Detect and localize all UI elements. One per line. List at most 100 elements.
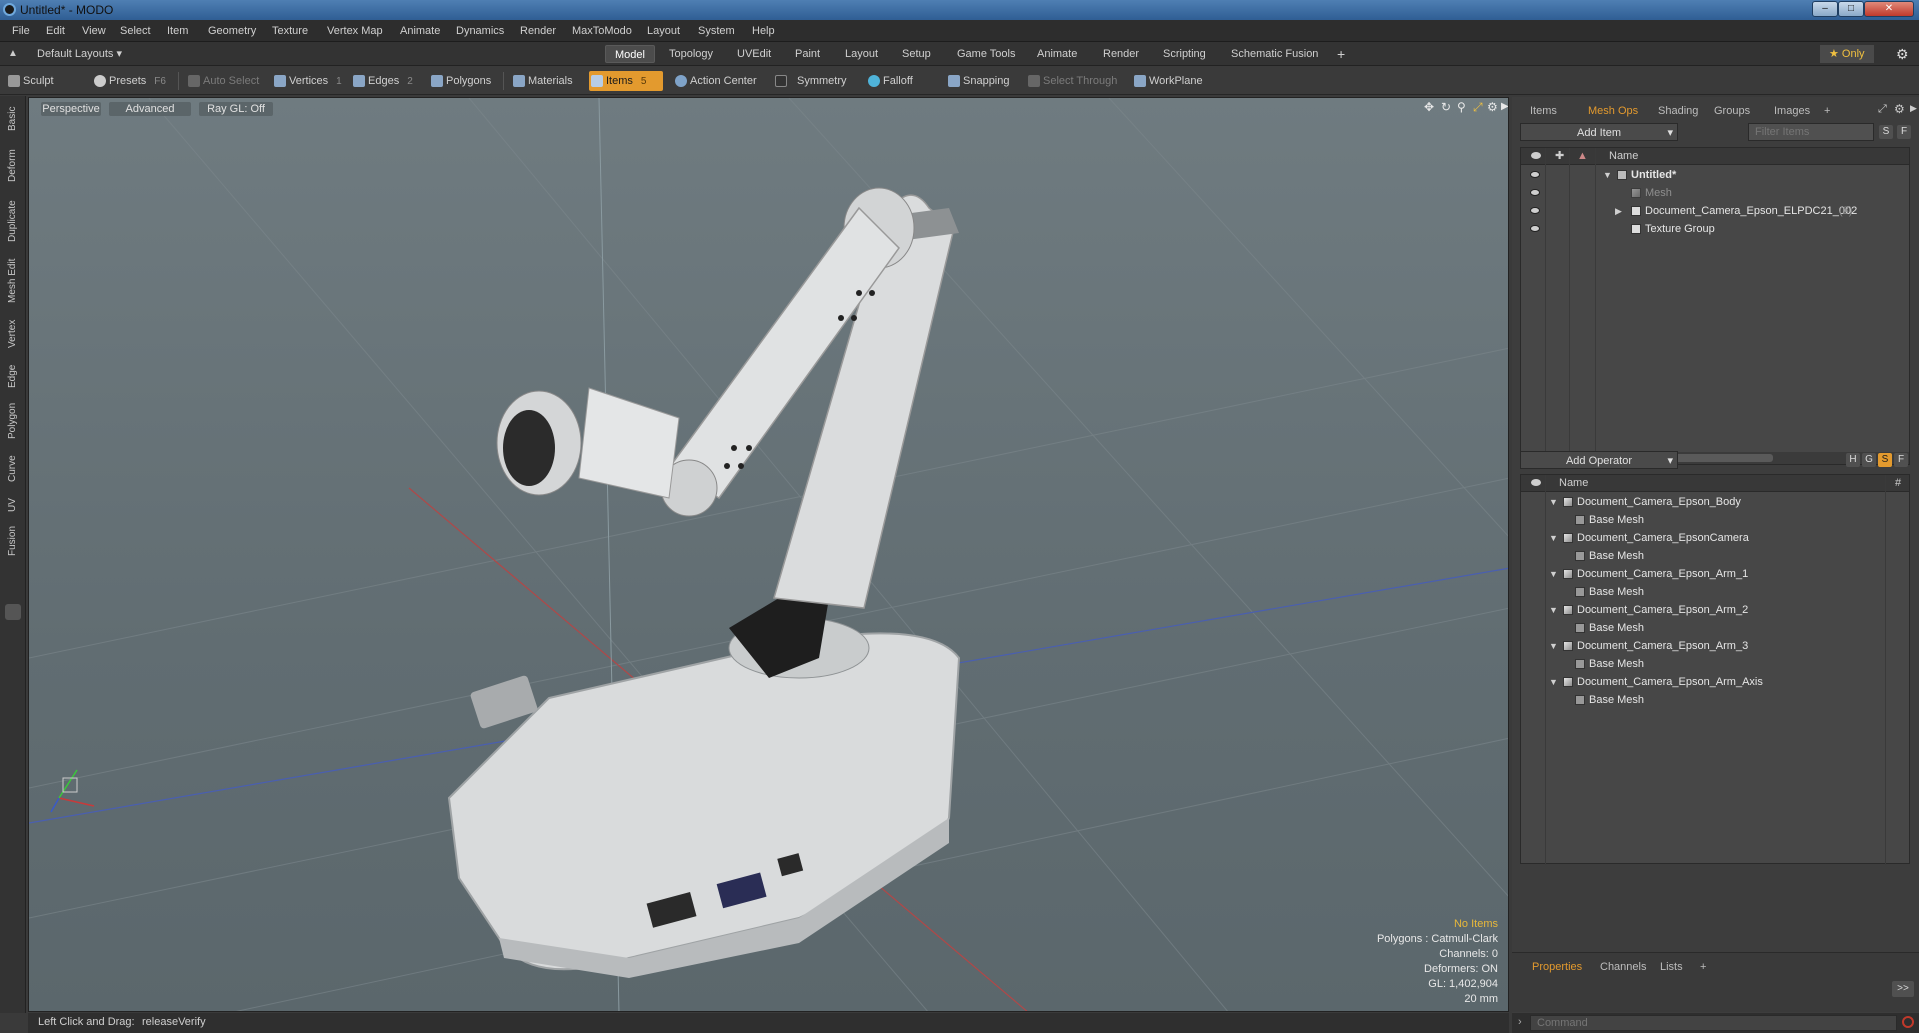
toolbox-tab-polygon[interactable]: Polygon bbox=[3, 398, 23, 444]
only-toggle[interactable]: ★ Only bbox=[1820, 45, 1874, 63]
vertices-button[interactable]: Vertices 1 bbox=[272, 71, 342, 91]
items-button[interactable]: Items 5 bbox=[589, 71, 663, 91]
filter-g-button[interactable]: G bbox=[1862, 453, 1876, 467]
tab-topology[interactable]: Topology bbox=[660, 45, 722, 63]
tab-game-tools[interactable]: Game Tools bbox=[948, 45, 1025, 63]
pan-icon[interactable]: ✥ bbox=[1424, 100, 1434, 114]
add-operator-dropdown[interactable]: Add Operator ▾ bbox=[1520, 451, 1678, 469]
filter-s-button[interactable]: S bbox=[1879, 125, 1893, 139]
operator-name-column[interactable]: Name bbox=[1559, 475, 1588, 492]
tab-animate[interactable]: Animate bbox=[1028, 45, 1086, 63]
gear-icon[interactable]: ⚙ bbox=[1896, 46, 1909, 63]
presets-button[interactable]: Presets F6 bbox=[92, 71, 166, 91]
expand-triangle-icon[interactable]: ▼ bbox=[1549, 529, 1558, 547]
visibility-eye-icon[interactable] bbox=[1531, 152, 1541, 159]
tab-mesh-ops[interactable]: Mesh Ops bbox=[1582, 103, 1644, 119]
expand-right-icon[interactable]: ▶ bbox=[1501, 101, 1508, 112]
add-item-dropdown[interactable]: Add Item ▾ bbox=[1520, 123, 1678, 141]
filter-s-button[interactable]: S bbox=[1878, 453, 1892, 467]
minimize-button[interactable]: – bbox=[1812, 1, 1838, 17]
tab-groups[interactable]: Groups bbox=[1708, 103, 1756, 119]
tab-model[interactable]: Model bbox=[605, 45, 655, 63]
toolbox-tab-edge[interactable]: Edge bbox=[3, 360, 23, 392]
menu-maxtomodo[interactable]: MaxToModo bbox=[572, 25, 632, 37]
tab-items[interactable]: Items bbox=[1524, 103, 1563, 119]
expand-triangle-icon[interactable]: ▼ bbox=[1549, 565, 1558, 583]
add-properties-tab[interactable]: + bbox=[1694, 959, 1712, 975]
toolbox-tab-fusion[interactable]: Fusion bbox=[3, 522, 23, 560]
command-input[interactable] bbox=[1530, 1015, 1897, 1031]
operator-child-row[interactable]: Base Mesh bbox=[1521, 691, 1909, 709]
tree-row-camera-group[interactable]: ▶ Document_Camera_Epson_ELPDC21_002 (3) bbox=[1521, 202, 1909, 220]
visibility-eye-icon[interactable] bbox=[1530, 207, 1540, 214]
operator-row[interactable]: ▼ Document_Camera_Epson_Arm_3 bbox=[1521, 637, 1909, 655]
action-center-button[interactable]: Action Center bbox=[673, 71, 757, 91]
menu-layout[interactable]: Layout bbox=[647, 25, 680, 37]
tab-render[interactable]: Render bbox=[1094, 45, 1148, 63]
menu-item[interactable]: Item bbox=[167, 25, 188, 37]
visibility-eye-icon[interactable] bbox=[1530, 171, 1540, 178]
menu-geometry[interactable]: Geometry bbox=[208, 25, 256, 37]
close-button[interactable]: ✕ bbox=[1864, 1, 1914, 17]
menu-edit[interactable]: Edit bbox=[46, 25, 65, 37]
tab-paint[interactable]: Paint bbox=[786, 45, 829, 63]
expand-triangle-icon[interactable]: ▼ bbox=[1549, 673, 1558, 691]
tab-shading[interactable]: Shading bbox=[1652, 103, 1704, 119]
tab-schematic-fusion[interactable]: Schematic Fusion bbox=[1222, 45, 1327, 63]
polygons-button[interactable]: Polygons bbox=[429, 71, 491, 91]
toolbox-tab-curve[interactable]: Curve bbox=[3, 450, 23, 488]
visibility-eye-icon[interactable] bbox=[1530, 225, 1540, 232]
toolbox-tab-basic[interactable]: Basic bbox=[3, 100, 23, 138]
expand-triangle-icon[interactable]: ▶ bbox=[1615, 202, 1622, 220]
operator-child-row[interactable]: Base Mesh bbox=[1521, 583, 1909, 601]
expand-triangle-icon[interactable]: ▼ bbox=[1549, 493, 1558, 511]
menu-vertex-map[interactable]: Vertex Map bbox=[327, 25, 383, 37]
expand-triangle-icon[interactable]: ▼ bbox=[1603, 166, 1612, 184]
viewport-settings-icon[interactable]: ⚙ bbox=[1487, 100, 1498, 114]
maximize-button[interactable]: □ bbox=[1838, 1, 1864, 17]
menu-file[interactable]: File bbox=[12, 25, 30, 37]
filter-f-button[interactable]: F bbox=[1894, 453, 1908, 467]
falloff-button[interactable]: Falloff bbox=[866, 71, 913, 91]
sculpt-button[interactable]: Sculpt bbox=[6, 71, 54, 91]
operator-row[interactable]: ▼ Document_Camera_Epson_Arm_2 bbox=[1521, 601, 1909, 619]
expand-properties-button[interactable]: >> bbox=[1892, 981, 1914, 997]
fit-icon[interactable]: ⤢ bbox=[1473, 100, 1483, 115]
tab-uvedit[interactable]: UVEdit bbox=[728, 45, 780, 63]
tab-images[interactable]: Images bbox=[1768, 103, 1816, 119]
operator-row[interactable]: ▼ Document_Camera_Epson_Arm_Axis bbox=[1521, 673, 1909, 691]
symmetry-button[interactable]: Symmetry bbox=[773, 71, 847, 91]
tab-lists[interactable]: Lists bbox=[1654, 959, 1689, 975]
tab-layout[interactable]: Layout bbox=[836, 45, 887, 63]
expand-triangle-icon[interactable]: ▼ bbox=[1549, 601, 1558, 619]
menu-render[interactable]: Render bbox=[520, 25, 556, 37]
toolbox-extra-button[interactable] bbox=[5, 604, 21, 620]
operator-child-row[interactable]: Base Mesh bbox=[1521, 547, 1909, 565]
add-panel-tab[interactable]: + bbox=[1818, 103, 1836, 119]
visibility-eye-icon[interactable] bbox=[1530, 189, 1540, 196]
expand-triangle-icon[interactable]: ▼ bbox=[1549, 637, 1558, 655]
auto-select-button[interactable]: Auto Select bbox=[186, 71, 259, 91]
operator-child-row[interactable]: Base Mesh bbox=[1521, 511, 1909, 529]
filter-f-button[interactable]: F bbox=[1897, 125, 1911, 139]
menu-system[interactable]: System bbox=[698, 25, 735, 37]
add-tab-button[interactable]: + bbox=[1328, 45, 1354, 63]
panel-menu-icon[interactable]: ▶ bbox=[1910, 103, 1917, 114]
tree-row-texture-group[interactable]: Texture Group bbox=[1521, 220, 1909, 238]
zoom-icon[interactable]: ⚲ bbox=[1457, 100, 1466, 114]
panel-gear-icon[interactable]: ⚙ bbox=[1894, 102, 1905, 116]
workplane-button[interactable]: WorkPlane bbox=[1132, 71, 1203, 91]
edges-button[interactable]: Edges 2 bbox=[351, 71, 413, 91]
operator-row[interactable]: ▼ Document_Camera_EpsonCamera bbox=[1521, 529, 1909, 547]
toolbox-tab-mesh-edit[interactable]: Mesh Edit bbox=[3, 254, 23, 308]
operator-child-row[interactable]: Base Mesh bbox=[1521, 655, 1909, 673]
toolbox-tab-deform[interactable]: Deform bbox=[3, 144, 23, 188]
select-through-button[interactable]: Select Through bbox=[1026, 71, 1117, 91]
tree-row-scene[interactable]: ▼ Untitled* bbox=[1521, 166, 1909, 184]
filter-h-button[interactable]: H bbox=[1846, 453, 1860, 467]
operator-count-column[interactable]: # bbox=[1895, 475, 1901, 492]
toolbox-tab-uv[interactable]: UV bbox=[3, 494, 23, 516]
menu-texture[interactable]: Texture bbox=[272, 25, 308, 37]
raygl-toggle[interactable]: Ray GL: Off bbox=[199, 102, 273, 116]
command-stop-icon[interactable] bbox=[1902, 1016, 1914, 1028]
